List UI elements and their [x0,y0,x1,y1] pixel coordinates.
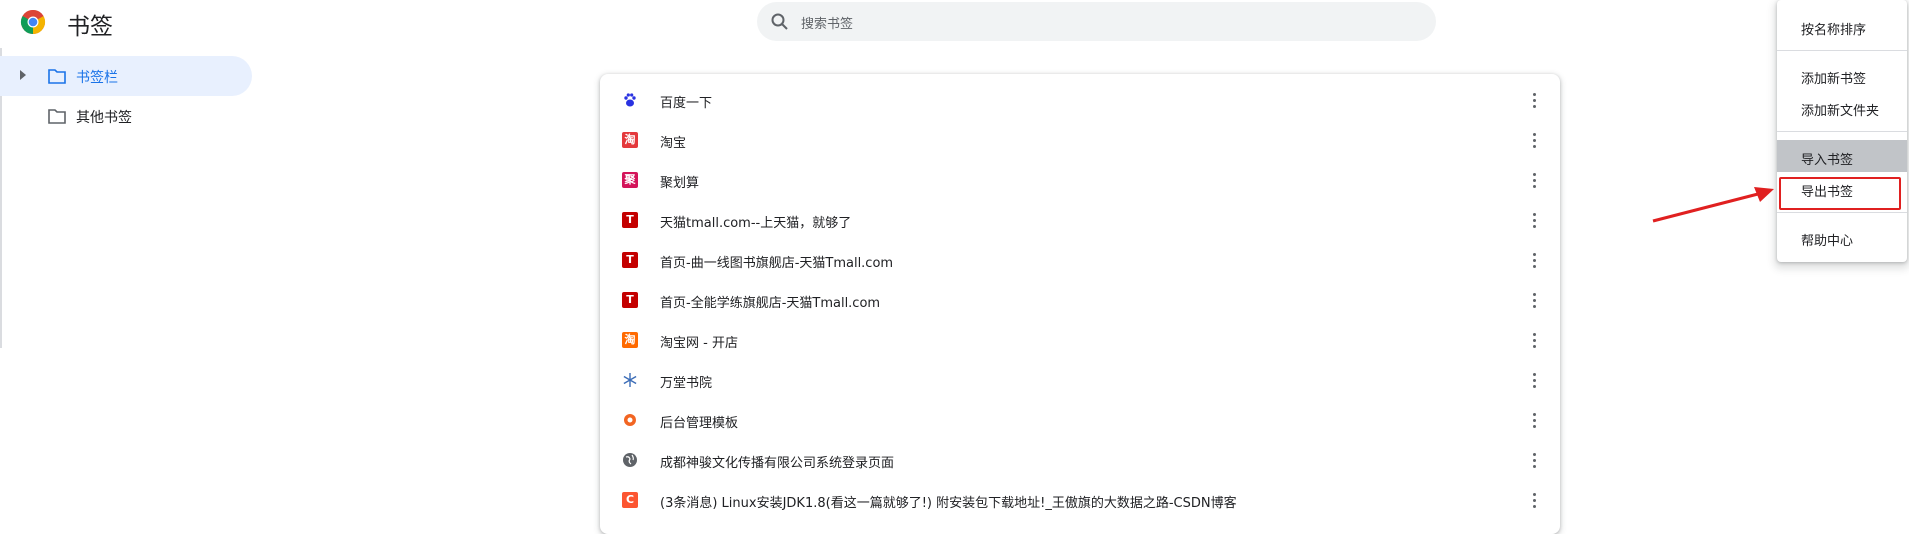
menu-divider [1777,50,1907,51]
bookmark-title: 成都神骏文化传播有限公司系统登录页面 [660,456,895,471]
bookmark-title: 万堂书院 [660,376,713,391]
bookmark-title: 聚划算 [660,176,700,191]
globe-icon [623,453,637,467]
page-title: 书签 [67,14,113,40]
baidu-paw-icon [624,93,636,107]
more-options-icon[interactable] [1524,370,1544,390]
bookmark-title: 淘宝 [660,136,687,151]
bookmark-title: 首页-全能学练旗舰店-天猫Tmall.com [660,296,881,311]
bookmark-title: (3条消息) Linux安装JDK1.8(看这一篇就够了!) 附安装包下载地址!… [660,496,1237,511]
search-bar[interactable]: 搜索书签 [757,2,1436,41]
bookmark-row[interactable]: C (3条消息) Linux安装JDK1.8(看这一篇就够了!) 附安装包下载地… [600,480,1560,520]
red-arrow-annotation-icon [1652,187,1774,223]
bookmark-row[interactable]: T 首页-曲一线图书旗舰店-天猫Tmall.com [600,240,1560,280]
more-options-icon[interactable] [1524,450,1544,470]
sidebar-item-other-bookmarks[interactable]: 其他书签 [0,96,252,136]
csdn-icon: C [622,492,638,508]
bookmark-row[interactable]: 后台管理模板 [600,400,1560,440]
bookmark-title: 首页-曲一线图书旗舰店-天猫Tmall.com [660,256,894,271]
menu-add-folder[interactable]: 添加新文件夹 [1777,91,1907,123]
sidebar-item-label: 其他书签 [76,110,132,126]
more-options-icon[interactable] [1524,290,1544,310]
chrome-logo-icon [20,9,46,34]
bookmark-row[interactable]: 聚 聚划算 [600,160,1560,200]
bookmark-row[interactable]: T 天猫tmall.com--上天猫，就够了 [600,200,1560,240]
menu-divider [1777,212,1907,213]
more-options-icon[interactable] [1524,130,1544,150]
more-options-icon[interactable] [1524,330,1544,350]
bookmark-title: 后台管理模板 [660,416,739,431]
more-options-icon[interactable] [1524,490,1544,510]
highlight-box-annotation [1779,177,1901,210]
menu-divider [1777,131,1907,132]
menu-import-bookmarks[interactable]: 导入书签 [1777,140,1907,172]
taobao-icon: 淘 [622,132,638,148]
bookmark-title: 淘宝网 - 开店 [660,336,738,351]
tmall-icon: T [622,292,638,308]
bookmark-list: 百度一下 淘 淘宝 聚 聚划算 T 天猫tmall.com--上天猫，就够了 T… [600,74,1560,534]
menu-add-bookmark[interactable]: 添加新书签 [1777,59,1907,91]
bookmark-row[interactable]: 淘 淘宝网 - 开店 [600,320,1560,360]
orange-logo-icon [624,414,636,426]
bookmark-row[interactable]: T 首页-全能学练旗舰店-天猫Tmall.com [600,280,1560,320]
menu-help-center[interactable]: 帮助中心 [1777,221,1907,253]
bookmark-title: 百度一下 [660,96,713,111]
organize-menu: 按名称排序 添加新书签 添加新文件夹 导入书签 导出书签 帮助中心 [1777,0,1907,262]
tmall-icon: T [622,212,638,228]
more-options-icon[interactable] [1524,410,1544,430]
more-options-icon[interactable] [1524,90,1544,110]
more-options-icon[interactable] [1524,170,1544,190]
more-options-icon[interactable] [1524,210,1544,230]
bookmark-row[interactable]: 万堂书院 [600,360,1560,400]
bookmark-row[interactable]: 成都神骏文化传播有限公司系统登录页面 [600,440,1560,480]
folder-icon [48,109,66,124]
folder-icon [48,69,66,84]
juhuasuan-icon: 聚 [622,172,638,188]
sidebar-item-bookmarks-bar[interactable]: 书签栏 [0,56,252,96]
more-options-icon[interactable] [1524,250,1544,270]
sidebar-item-label: 书签栏 [76,70,118,86]
expand-arrow-icon[interactable] [20,70,26,80]
taobao-icon: 淘 [622,332,638,348]
bookmark-row[interactable]: 百度一下 [600,80,1560,120]
search-icon [771,13,788,30]
snowflake-icon [623,373,637,387]
search-input[interactable]: 搜索书签 [801,13,853,32]
header: 书签 搜索书签 [0,0,1909,48]
menu-sort-by-name[interactable]: 按名称排序 [1777,10,1907,42]
tmall-icon: T [622,252,638,268]
bookmark-row[interactable]: 淘 淘宝 [600,120,1560,160]
bookmark-title: 天猫tmall.com--上天猫，就够了 [660,216,852,231]
